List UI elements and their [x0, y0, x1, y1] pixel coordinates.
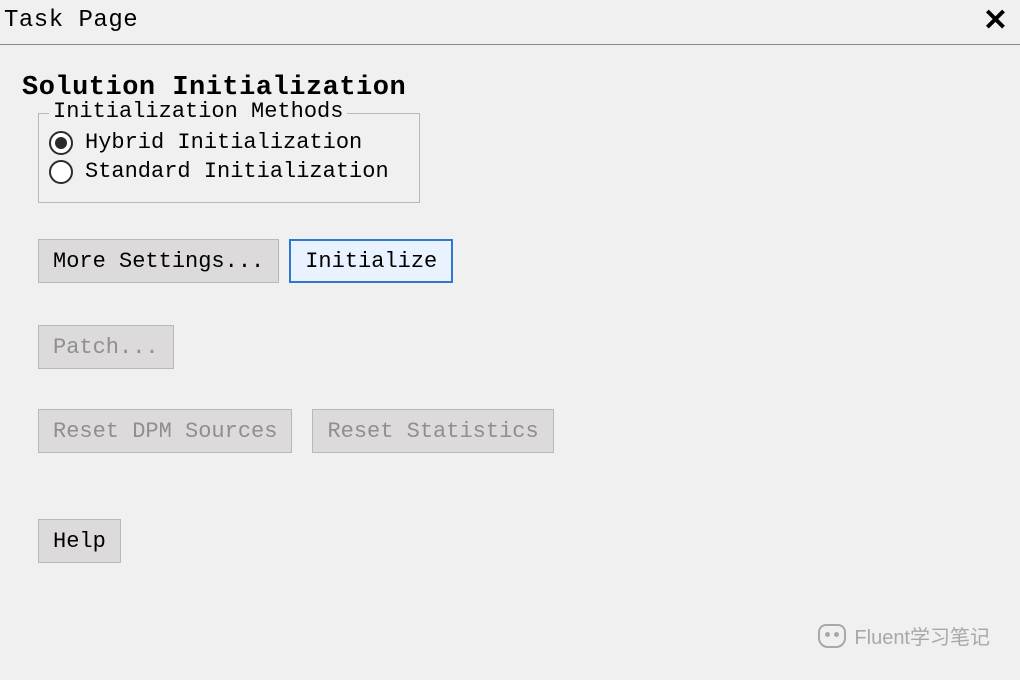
patch-button[interactable]: Patch... — [38, 325, 174, 369]
initialization-methods-legend: Initialization Methods — [49, 99, 347, 124]
title-bar: Task Page ✕ — [0, 0, 1020, 45]
radio-button-icon — [49, 160, 73, 184]
radio-standard-initialization[interactable]: Standard Initialization — [47, 159, 411, 184]
radio-label: Hybrid Initialization — [85, 130, 362, 155]
initialize-button[interactable]: Initialize — [289, 239, 453, 283]
patch-row: Patch... — [38, 325, 1000, 369]
watermark-text: Fluent学习笔记 — [854, 621, 990, 650]
radio-hybrid-initialization[interactable]: Hybrid Initialization — [47, 130, 411, 155]
reset-row: Reset DPM Sources Reset Statistics — [38, 409, 1000, 453]
reset-statistics-button[interactable]: Reset Statistics — [312, 409, 553, 453]
task-page-content: Solution Initialization Initialization M… — [0, 45, 1020, 583]
init-buttons-row: More Settings... Initialize — [38, 239, 1000, 283]
initialization-methods-group: Initialization Methods Hybrid Initializa… — [38, 113, 420, 203]
watermark: Fluent学习笔记 — [818, 621, 990, 650]
close-icon[interactable]: ✕ — [983, 3, 1012, 38]
more-settings-button[interactable]: More Settings... — [38, 239, 279, 283]
radio-button-icon — [49, 131, 73, 155]
wechat-icon — [818, 624, 846, 648]
reset-dpm-sources-button[interactable]: Reset DPM Sources — [38, 409, 292, 453]
help-button[interactable]: Help — [38, 519, 121, 563]
radio-selected-dot-icon — [55, 137, 67, 149]
help-row: Help — [38, 519, 1000, 563]
radio-label: Standard Initialization — [85, 159, 389, 184]
window-title: Task Page — [4, 7, 138, 34]
